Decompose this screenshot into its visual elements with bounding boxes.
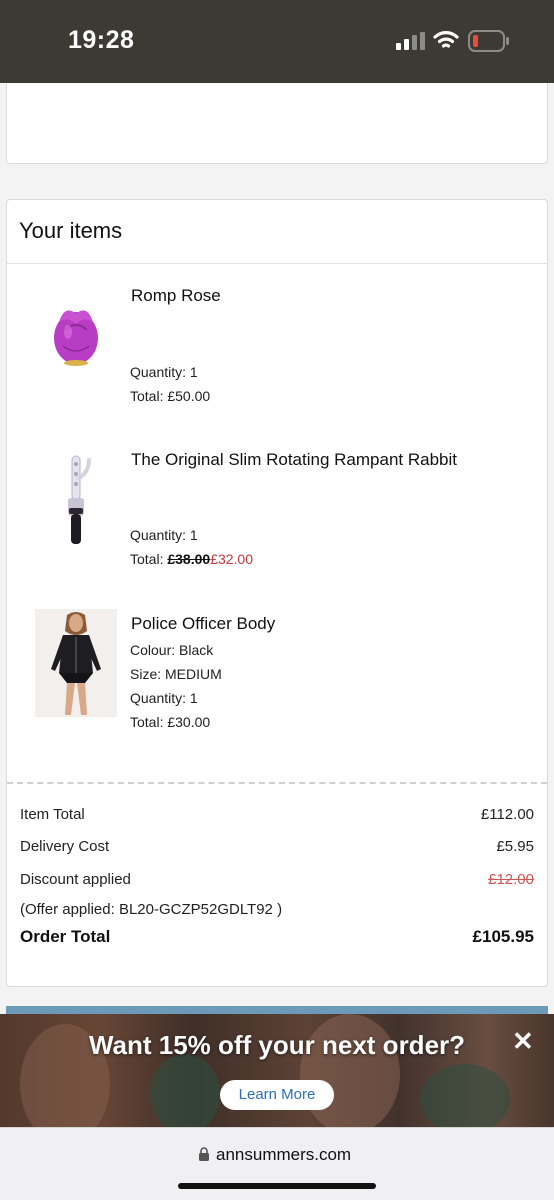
home-indicator[interactable]: [178, 1183, 376, 1189]
lock-icon: [199, 1147, 209, 1161]
item-total: Total: £50.00: [130, 388, 210, 404]
cart-item: The Original Slim Rotating Rampant Rabbi…: [7, 428, 547, 588]
item-total-label: Item Total: [20, 806, 85, 823]
item-colour: Colour: Black: [130, 642, 214, 658]
order-total-label: Order Total: [20, 927, 111, 946]
item-original-price: £38.00: [167, 551, 211, 567]
url-text[interactable]: annsummers.com: [216, 1145, 351, 1165]
item-total: Total: £30.00: [130, 714, 210, 730]
delivery-cost-label: Delivery Cost: [20, 838, 110, 855]
banner-headline: Want 15% off your next order?: [88, 1030, 466, 1060]
status-bar: 19:28: [0, 0, 554, 83]
your-items-card: Your items Romp Rose Quantity: 1 Total: …: [6, 199, 548, 987]
close-icon[interactable]: ✕: [512, 1028, 534, 1054]
items-title: Your items: [19, 218, 123, 243]
item-total-label: Total:: [130, 388, 164, 404]
item-sale-price: £32.00: [210, 551, 254, 567]
item-quantity: Quantity: 1: [130, 690, 198, 706]
discount-value: £12.00: [488, 871, 534, 888]
dashed-divider: [7, 782, 547, 784]
item-name[interactable]: Romp Rose: [131, 286, 221, 306]
cart-item: Police Officer Body Colour: Black Size: …: [7, 592, 547, 772]
cart-item: Romp Rose Quantity: 1 Total: £50.00: [7, 264, 547, 424]
status-time: 19:28: [68, 26, 135, 54]
items-header: Your items: [7, 200, 547, 264]
section-strip: [6, 1006, 548, 1014]
discount-label: Discount applied: [20, 871, 131, 888]
promo-banner[interactable]: Want 15% off your next order? ✕ Learn Mo…: [0, 1014, 554, 1127]
learn-more-button[interactable]: Learn More: [220, 1080, 334, 1110]
offer-note: (Offer applied: BL20-GCZP52GDLT92 ): [20, 901, 283, 918]
browser-url-bar[interactable]: annsummers.com: [0, 1127, 554, 1200]
item-total: Total: £38.00£32.00: [130, 551, 253, 567]
item-total-label: Total:: [130, 714, 164, 730]
police-officer-body-image: [35, 609, 117, 717]
item-total-value: £112.00: [480, 806, 534, 823]
item-size: Size: MEDIUM: [130, 666, 222, 682]
item-total-value: £30.00: [167, 714, 211, 730]
pink-rose-toy-image: [54, 310, 98, 366]
item-quantity: Quantity: 1: [130, 527, 198, 543]
item-quantity: Quantity: 1: [130, 364, 198, 380]
wifi-icon: [433, 31, 459, 48]
battery-icon: [468, 30, 509, 52]
rabbit-toy-image: [68, 455, 91, 544]
item-total-value: £50.00: [167, 388, 211, 404]
signal-icon: [396, 32, 425, 50]
item-total-label: Total:: [130, 551, 164, 567]
previous-section-card: [6, 83, 548, 164]
item-name[interactable]: Police Officer Body: [131, 614, 275, 634]
item-name[interactable]: The Original Slim Rotating Rampant Rabbi…: [131, 450, 457, 470]
order-total-value: £105.95: [472, 927, 534, 946]
delivery-cost-value: £5.95: [496, 838, 534, 855]
